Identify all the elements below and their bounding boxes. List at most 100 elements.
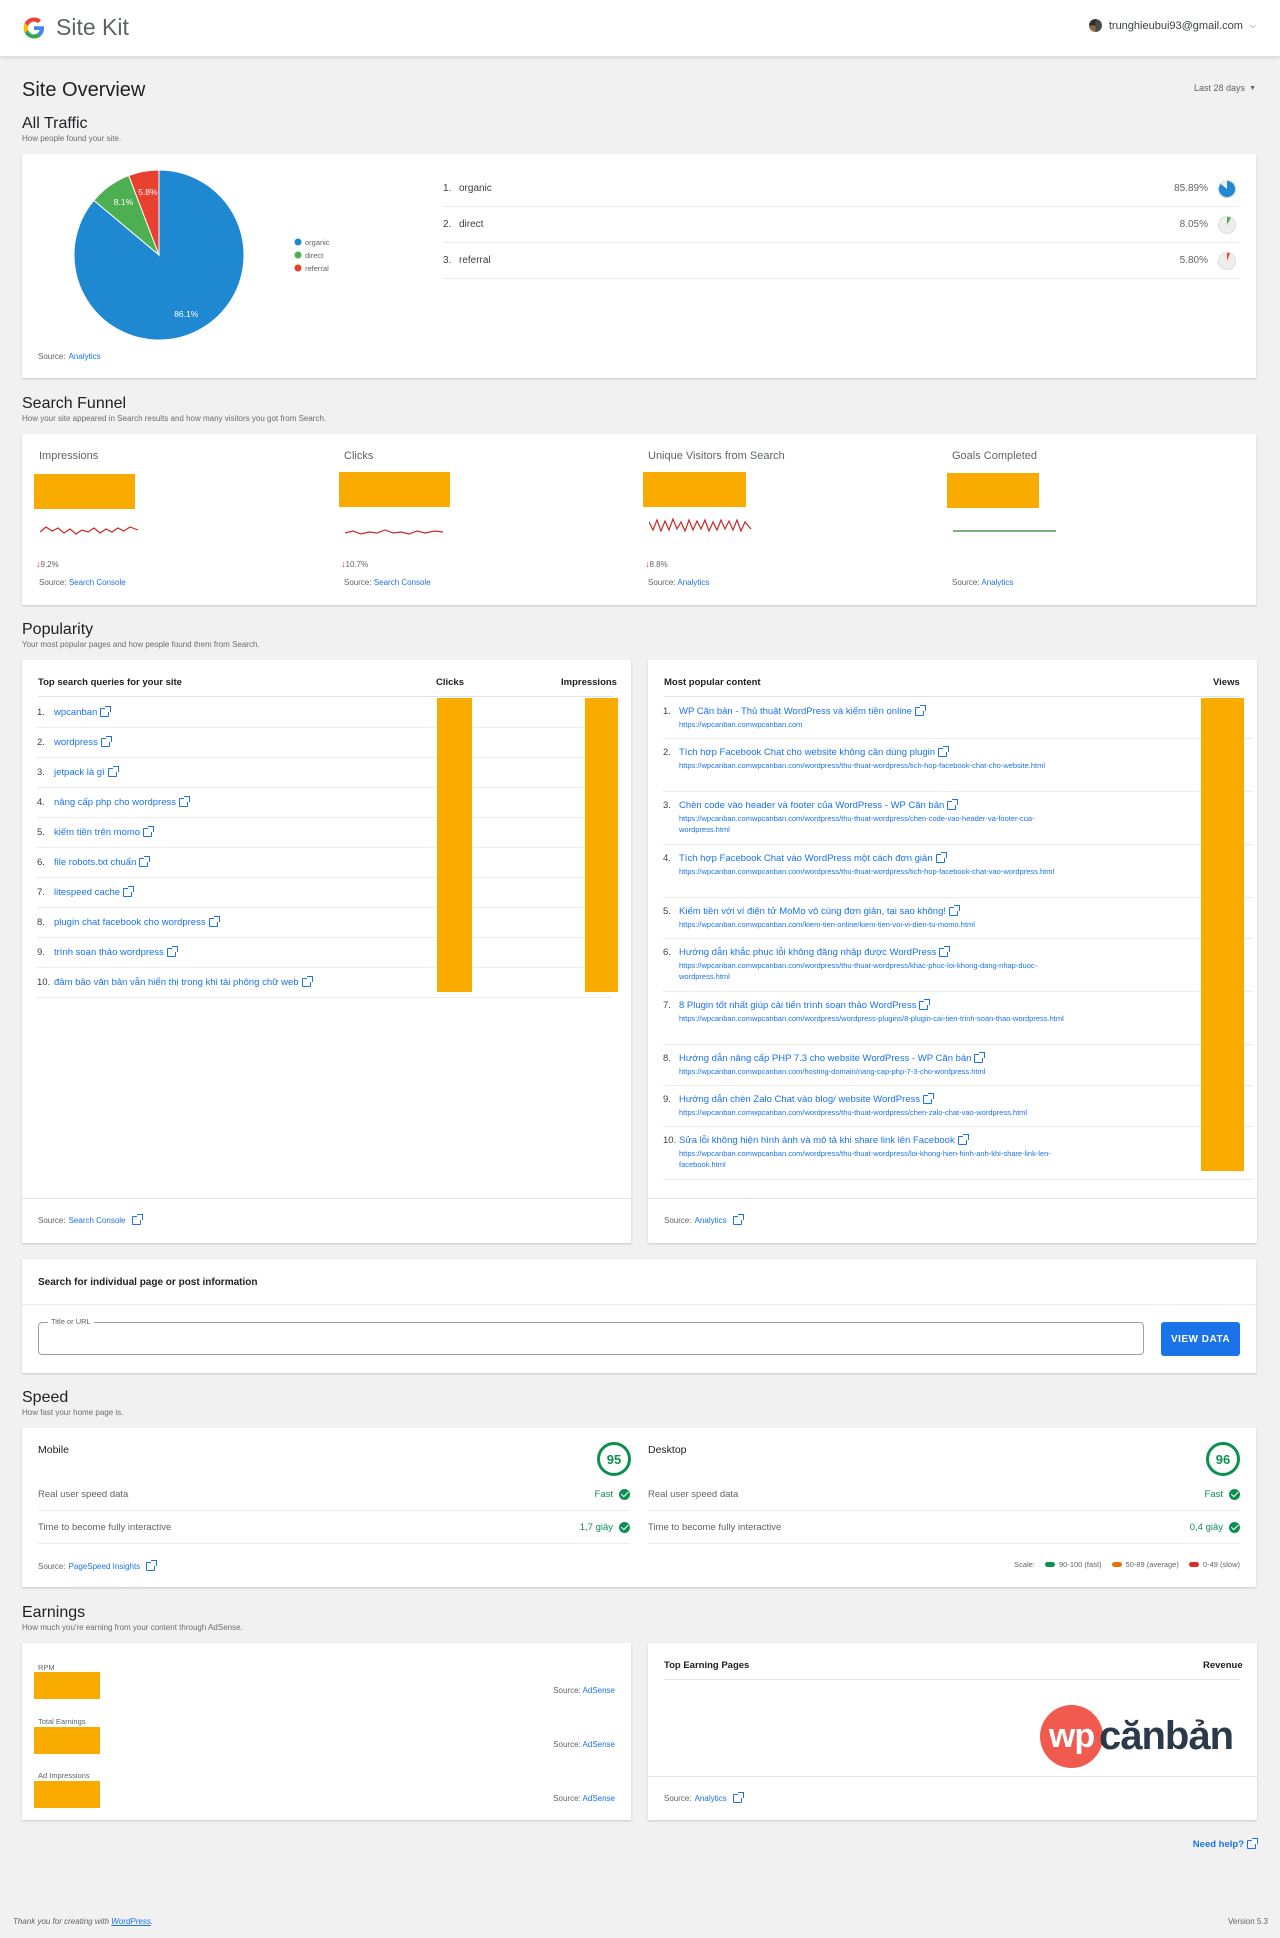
- external-link-icon[interactable]: [957, 1134, 969, 1145]
- query-link[interactable]: file robots.txt chuẩn: [54, 856, 151, 868]
- content-title-link[interactable]: Chèn code vào header và footer của WordP…: [679, 799, 959, 811]
- search-console-link[interactable]: Search Console: [374, 578, 431, 587]
- traffic-channel-list: 1. organic 85.89% 2. direct 8.05% 3. ref…: [443, 171, 1240, 279]
- analytics-source-link[interactable]: Analytics: [981, 578, 1013, 587]
- external-link-icon[interactable]: [939, 946, 951, 957]
- content-title-link[interactable]: WP Căn bản - Thủ thuật WordPress và kiếm…: [679, 705, 926, 717]
- analytics-source-link[interactable]: Analytics: [695, 1794, 727, 1803]
- external-link-icon[interactable]: [732, 1792, 744, 1803]
- wordpress-link[interactable]: WordPress: [111, 1917, 151, 1926]
- content-title-link[interactable]: 8 Plugin tốt nhất giúp cải tiến trình so…: [679, 999, 931, 1011]
- source-prefix: Source:: [38, 352, 66, 361]
- external-link-icon[interactable]: [107, 766, 119, 777]
- adsense-link[interactable]: AdSense: [583, 1794, 615, 1803]
- mobile-score: 95: [597, 1442, 631, 1476]
- external-link-icon[interactable]: [919, 999, 931, 1010]
- queries-source: Source: Search Console: [38, 1214, 143, 1225]
- external-link-icon[interactable]: [208, 916, 220, 927]
- date-range-selector[interactable]: Last 28 days ▼: [1194, 83, 1256, 93]
- search-console-link[interactable]: Search Console: [69, 1216, 126, 1225]
- content-title-link[interactable]: Tích hợp Facebook Chat vào WordPress một…: [679, 852, 947, 864]
- pagespeed-insights-link[interactable]: PageSpeed Insights: [69, 1562, 141, 1571]
- query-link[interactable]: wpcanban: [54, 706, 112, 718]
- row-number: 5.: [37, 827, 45, 838]
- content-url-link[interactable]: https://wpcanban.comwpcanban.com/hosting…: [679, 1066, 1069, 1077]
- content-title-link[interactable]: Hướng dẫn nâng cấp PHP 7.3 cho website W…: [679, 1052, 986, 1064]
- content-title-link[interactable]: Sửa lỗi không hiện hình ảnh và mô tả khi…: [679, 1134, 969, 1146]
- footer-version: Version 5.3: [1227, 1917, 1268, 1926]
- content-title-link[interactable]: Kiếm tiền với ví điện tử MoMo vô cùng đơ…: [679, 905, 961, 917]
- search-funnel-title: Search Funnel: [22, 395, 127, 412]
- query-link[interactable]: jetpack là gì: [54, 766, 119, 778]
- external-link-icon[interactable]: [935, 852, 947, 863]
- speed-source: Source: PageSpeed Insights: [38, 1560, 158, 1571]
- content-title-link[interactable]: Tích hợp Facebook Chat cho website không…: [679, 746, 950, 758]
- content-title-link[interactable]: Hướng dẫn chèn Zalo Chat vào blog/ websi…: [679, 1093, 935, 1105]
- earnings-title: Earnings: [22, 1604, 86, 1621]
- content-row: 8. Hướng dẫn nâng cấp PHP 7.3 cho websit…: [663, 1045, 1253, 1086]
- external-link-icon[interactable]: [732, 1214, 744, 1225]
- funnel-unique-visitors[interactable]: Unique Visitors from Search ↓8.8% Source…: [643, 434, 938, 605]
- query-link[interactable]: litespeed cache: [54, 886, 135, 898]
- top-earning-source: Source: Analytics: [664, 1792, 744, 1803]
- query-link[interactable]: wordpress: [54, 736, 112, 748]
- adsense-link[interactable]: AdSense: [583, 1740, 615, 1749]
- external-link-icon[interactable]: [100, 706, 112, 717]
- external-link-icon[interactable]: [923, 1093, 935, 1104]
- title-or-url-field[interactable]: [38, 1322, 1144, 1355]
- external-link-icon[interactable]: [139, 856, 151, 867]
- channel-label: direct: [459, 219, 484, 230]
- external-link-icon[interactable]: [123, 886, 135, 897]
- external-link-icon[interactable]: [131, 1214, 143, 1225]
- external-link-icon[interactable]: [938, 746, 950, 757]
- content-url-link[interactable]: https://wpcanban.comwpcanban.com/kiem-ti…: [679, 919, 1069, 930]
- query-link[interactable]: kiếm tiền trên momo: [54, 826, 155, 838]
- query-link[interactable]: trình soạn thảo wordpress: [54, 946, 178, 958]
- content-url-link[interactable]: https://wpcanban.comwpcanban.com/wordpre…: [679, 813, 1069, 835]
- query-link[interactable]: đảm bảo văn bản vẫn hiển thị trong khi t…: [54, 976, 313, 988]
- external-link-icon[interactable]: [301, 976, 313, 987]
- earnings-metrics-card: RPM Source: AdSense Total Earnings Sourc…: [22, 1643, 631, 1820]
- title-or-url-input[interactable]: [39, 1323, 1143, 1354]
- external-link-icon[interactable]: [100, 736, 112, 747]
- avatar: [1088, 19, 1102, 32]
- query-link[interactable]: nâng cấp php cho wordpress: [54, 796, 190, 808]
- query-link[interactable]: plugin chat facebook cho wordpress: [54, 916, 220, 928]
- sparkline: [345, 529, 444, 535]
- search-funnel-subtitle: How your site appeared in Search results…: [22, 414, 327, 423]
- external-link-icon[interactable]: [146, 1560, 158, 1571]
- external-link-icon[interactable]: [974, 1052, 986, 1063]
- search-console-link[interactable]: Search Console: [69, 578, 126, 587]
- analytics-source-link[interactable]: Analytics: [695, 1216, 727, 1225]
- need-help-link[interactable]: Need help?: [1193, 1838, 1258, 1850]
- site-kit-logo[interactable]: Site Kit: [22, 14, 129, 41]
- content-url-link[interactable]: https://wpcanban.comwpcanban.com/wordpre…: [679, 1148, 1069, 1170]
- adsense-link[interactable]: AdSense: [583, 1686, 615, 1695]
- funnel-goals-completed[interactable]: Goals Completed Source: Analytics: [947, 434, 1242, 605]
- desktop-score: 96: [1206, 1442, 1240, 1476]
- content-url-link[interactable]: https://wpcanban.comwpcanban.com/wordpre…: [679, 960, 1069, 982]
- row-number: 6.: [37, 857, 45, 868]
- external-link-icon[interactable]: [166, 946, 178, 957]
- content-url-link[interactable]: https://wpcanban.comwpcanban.com/wordpre…: [679, 1013, 1069, 1024]
- external-link-icon[interactable]: [947, 799, 959, 810]
- popularity-subtitle: Your most popular pages and how people f…: [22, 640, 260, 649]
- account-menu[interactable]: trunghieubui93@gmail.com ⌵: [1088, 19, 1256, 32]
- external-link-icon[interactable]: [949, 905, 961, 916]
- funnel-label: Clicks: [344, 450, 374, 462]
- content-url-link[interactable]: https://wpcanban.comwpcanban.com/wordpre…: [679, 866, 1069, 877]
- content-title-link[interactable]: Hướng dẫn khắc phục lỗi không đăng nhập …: [679, 946, 951, 958]
- external-link-icon[interactable]: [179, 796, 190, 807]
- funnel-impressions[interactable]: Impressions ↓9.2% Source: Search Console: [34, 434, 329, 605]
- content-url-link[interactable]: https://wpcanban.comwpcanban.com: [679, 719, 1069, 730]
- content-url-link[interactable]: https://wpcanban.comwpcanban.com/wordpre…: [679, 1107, 1069, 1118]
- analytics-source-link[interactable]: Analytics: [677, 578, 709, 587]
- analytics-source-link[interactable]: Analytics: [69, 352, 101, 361]
- content-url-link[interactable]: https://wpcanban.comwpcanban.com/wordpre…: [679, 760, 1069, 771]
- total-earnings-bar: [34, 1727, 100, 1754]
- funnel-clicks[interactable]: Clicks ↓10.7% Source: Search Console: [339, 434, 634, 605]
- external-link-icon[interactable]: [143, 826, 155, 837]
- view-data-button[interactable]: VIEW DATA: [1161, 1322, 1240, 1356]
- external-link-icon[interactable]: [914, 705, 926, 716]
- average-scale-pill: [1111, 1562, 1122, 1567]
